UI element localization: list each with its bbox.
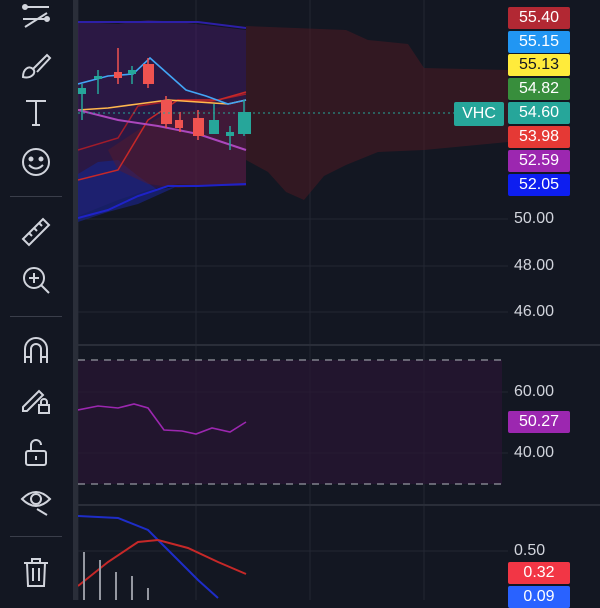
unlock-icon: [25, 439, 47, 466]
toolbar-separator: [10, 536, 62, 537]
text-icon: [26, 100, 46, 126]
current-price-label: 54.60: [508, 102, 570, 124]
text-tool[interactable]: [14, 92, 58, 132]
lock-drawings-icon: [22, 389, 50, 414]
zoom-in-icon: [23, 267, 50, 294]
emoji-icon: [22, 148, 50, 176]
symbol-label: VHC: [454, 102, 504, 126]
ruler-icon: [21, 217, 51, 247]
toolbar-separator: [10, 316, 62, 317]
price-label: 54.82: [508, 78, 570, 100]
delete-tool[interactable]: [14, 552, 58, 592]
zoom-in-tool[interactable]: [14, 260, 58, 300]
hide-drawings-tool[interactable]: [14, 480, 58, 520]
price-label: 55.15: [508, 31, 570, 53]
price-label: 55.40: [508, 7, 570, 29]
macd-histogram: [83, 552, 149, 600]
brush-icon: [21, 53, 52, 79]
unlock-tool[interactable]: [14, 432, 58, 472]
drawing-toolbar: [0, 0, 72, 600]
rsi-band: [78, 360, 502, 484]
trend-lines-icon: [22, 4, 50, 28]
ruler-tool[interactable]: [14, 212, 58, 252]
price-label: 52.59: [508, 150, 570, 172]
magnet-icon: [24, 337, 48, 363]
price-label: 52.05: [508, 174, 570, 196]
chart-area[interactable]: 55.40 55.15 55.13 54.82 54.60 53.98 52.5…: [78, 0, 600, 608]
toolbar-separator: [10, 196, 62, 197]
rsi-axis-tick: 40.00: [514, 444, 555, 461]
macd-signal-label: 0.32: [508, 562, 570, 584]
trend-lines-tool[interactable]: [14, 0, 58, 36]
macd-axis-tick: 0.50: [514, 542, 546, 559]
signal-line: [78, 538, 247, 587]
candle: [161, 96, 172, 128]
price-label: 55.13: [508, 54, 570, 76]
price-axis-tick: 50.00: [514, 210, 555, 227]
price-label: 53.98: [508, 126, 570, 148]
price-axis-tick: 46.00: [514, 303, 555, 320]
brush-tool[interactable]: [14, 46, 58, 86]
trash-icon: [24, 558, 48, 587]
rsi-axis-tick: 60.00: [514, 383, 555, 400]
macd-value-label: 0.09: [508, 586, 570, 608]
rsi-value-label: 50.27: [508, 411, 570, 433]
lock-drawings-tool[interactable]: [14, 380, 58, 420]
price-axis-tick: 48.00: [514, 257, 555, 274]
emoji-tool[interactable]: [14, 142, 58, 182]
eye-icon: [20, 491, 52, 516]
magnet-tool[interactable]: [14, 330, 58, 370]
